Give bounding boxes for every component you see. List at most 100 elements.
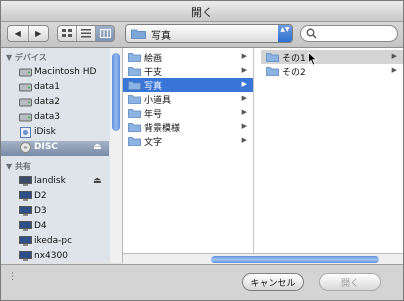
column-view-button[interactable] xyxy=(96,26,114,41)
disclosure-arrow-icon: ▶ xyxy=(241,108,247,116)
forward-button[interactable]: ▶ xyxy=(29,26,49,41)
cancel-button[interactable]: キャンセル xyxy=(242,273,304,291)
disclosure-arrow-icon: ▶ xyxy=(241,136,247,144)
sidebar-item-data1[interactable]: data1 xyxy=(1,81,109,96)
network-computer-icon xyxy=(19,176,32,186)
open-dialog-window: 開く ◀ ▶ 写真 ▲▼ ▼ デバイス Macintosh HD data1 d… xyxy=(0,0,404,301)
sidebar-item-label: D4 xyxy=(34,221,47,231)
sidebar-item-disc[interactable]: DISC ⏏ xyxy=(1,141,109,156)
browser-column-2: その1 ▶ その2 ▶ xyxy=(261,48,403,253)
back-arrow-icon: ◀ xyxy=(14,29,21,38)
search-field[interactable] xyxy=(300,25,398,42)
back-button[interactable]: ◀ xyxy=(8,26,29,41)
sidebar-item-label: D2 xyxy=(34,191,47,201)
title-bar[interactable]: 開く xyxy=(1,1,403,22)
sidebar-item-label: data1 xyxy=(34,82,60,92)
disc-icon xyxy=(20,142,31,153)
sidebar-item-label: D3 xyxy=(34,206,47,216)
disclosure-arrow-icon: ▶ xyxy=(241,122,247,130)
location-popup[interactable]: 写真 ▲▼ xyxy=(125,24,293,43)
icon-view-icon xyxy=(62,29,72,37)
sidebar-item-label: ikeda-pc xyxy=(34,236,73,246)
sidebar-item-nx4300[interactable]: nx4300 xyxy=(1,250,109,263)
monitor-icon xyxy=(19,251,32,261)
disclosure-arrow-icon: ▶ xyxy=(241,52,247,60)
idisk-icon xyxy=(20,127,31,138)
monitor-icon xyxy=(19,206,32,216)
list-item-folder[interactable]: その1 ▶ xyxy=(261,50,403,64)
folder-icon xyxy=(128,109,141,118)
hard-disk-icon xyxy=(19,98,32,107)
sidebar-item-macintosh-hd[interactable]: Macintosh HD xyxy=(1,66,109,81)
horizontal-scroll-thumb[interactable] xyxy=(211,256,379,263)
hard-disk-icon xyxy=(19,113,32,122)
sidebar-scrollbar[interactable] xyxy=(110,48,123,263)
folder-icon xyxy=(266,67,279,76)
resize-grip-icon: ⋮ xyxy=(8,272,17,282)
column-browser: 絵画 ▶ 干支 ▶ 写真 ▶ 小道具 ▶ 年号 ▶ 背景模様 ▶ 文字 ▶ その… xyxy=(123,48,403,253)
folder-icon xyxy=(128,53,141,62)
list-item-folder[interactable]: 小道具 ▶ xyxy=(123,92,253,106)
sidebar-item-data2[interactable]: data2 xyxy=(1,96,109,111)
disclosure-arrow-icon: ▶ xyxy=(241,94,247,102)
toolbar: ◀ ▶ 写真 ▲▼ xyxy=(1,22,403,48)
folder-icon xyxy=(266,53,279,62)
sidebar-item-d3[interactable]: D3 xyxy=(1,205,109,220)
sidebar-item-d2[interactable]: D2 xyxy=(1,190,109,205)
icon-view-button[interactable] xyxy=(58,26,77,41)
sidebar-item-landisk[interactable]: landisk ⏏ xyxy=(1,175,109,190)
folder-label: 小道具 xyxy=(144,96,172,106)
window-title: 開く xyxy=(191,6,213,19)
folder-icon xyxy=(128,81,141,90)
folder-label: 年号 xyxy=(144,110,163,120)
sidebar-item-label: nx4300 xyxy=(34,251,68,261)
monitor-icon xyxy=(19,191,32,201)
sidebar-item-label: DISC xyxy=(34,142,58,152)
sidebar-item-d4[interactable]: D4 xyxy=(1,220,109,235)
view-mode-control xyxy=(57,25,115,42)
forward-arrow-icon: ▶ xyxy=(35,29,42,38)
sidebar-item-label: landisk xyxy=(34,176,66,186)
sidebar: ▼ デバイス Macintosh HD data1 data2 data3 iD… xyxy=(1,48,111,263)
search-icon xyxy=(306,28,317,39)
folder-label: その2 xyxy=(282,68,306,78)
sidebar-scroll-thumb[interactable] xyxy=(112,53,120,131)
sidebar-item-idisk[interactable]: iDisk xyxy=(1,126,109,141)
back-forward-control: ◀ ▶ xyxy=(7,25,49,42)
disclosure-arrow-icon: ▶ xyxy=(241,80,247,88)
popup-arrows-icon: ▲▼ xyxy=(278,25,292,42)
list-item-folder[interactable]: 絵画 ▶ xyxy=(123,50,253,64)
list-item-folder[interactable]: その2 ▶ xyxy=(261,64,403,78)
open-button[interactable]: 開く xyxy=(319,273,381,291)
disclosure-arrow-icon: ▶ xyxy=(241,66,247,74)
folder-icon xyxy=(128,95,141,104)
folder-label: 背景模様 xyxy=(144,124,181,134)
browser-column-1: 絵画 ▶ 干支 ▶ 写真 ▶ 小道具 ▶ 年号 ▶ 背景模様 ▶ 文字 ▶ xyxy=(123,48,254,253)
list-view-button[interactable] xyxy=(77,26,96,41)
list-item-folder-selected[interactable]: 写真 ▶ xyxy=(123,78,253,92)
list-item-folder[interactable]: 干支 ▶ xyxy=(123,64,253,78)
sidebar-item-label: Macintosh HD xyxy=(34,67,97,77)
list-item-folder[interactable]: 年号 ▶ xyxy=(123,106,253,120)
sidebar-item-label: iDisk xyxy=(34,127,56,137)
shared-header[interactable]: ▼ 共有 xyxy=(6,161,31,172)
sidebar-item-data3[interactable]: data3 xyxy=(1,111,109,126)
folder-label: 干支 xyxy=(144,68,163,78)
eject-icon[interactable]: ⏏ xyxy=(93,176,102,186)
list-item-folder[interactable]: 文字 ▶ xyxy=(123,134,253,148)
sidebar-item-label: data2 xyxy=(34,97,60,107)
list-item-folder[interactable]: 背景模様 ▶ xyxy=(123,120,253,134)
folder-icon xyxy=(128,67,141,76)
eject-icon[interactable]: ⏏ xyxy=(93,142,102,152)
folder-label: 文字 xyxy=(144,138,163,148)
folder-label: 絵画 xyxy=(144,54,163,64)
monitor-icon xyxy=(19,236,32,246)
folder-icon xyxy=(128,123,141,132)
sidebar-item-label: data3 xyxy=(34,112,60,122)
disclosure-arrow-icon: ▶ xyxy=(391,52,397,60)
devices-header[interactable]: ▼ デバイス xyxy=(6,52,47,63)
button-bar: ⋮ キャンセル 開く xyxy=(1,264,403,300)
monitor-icon xyxy=(19,221,32,231)
column-view-icon xyxy=(99,29,111,38)
sidebar-item-ikeda-pc[interactable]: ikeda-pc xyxy=(1,235,109,250)
